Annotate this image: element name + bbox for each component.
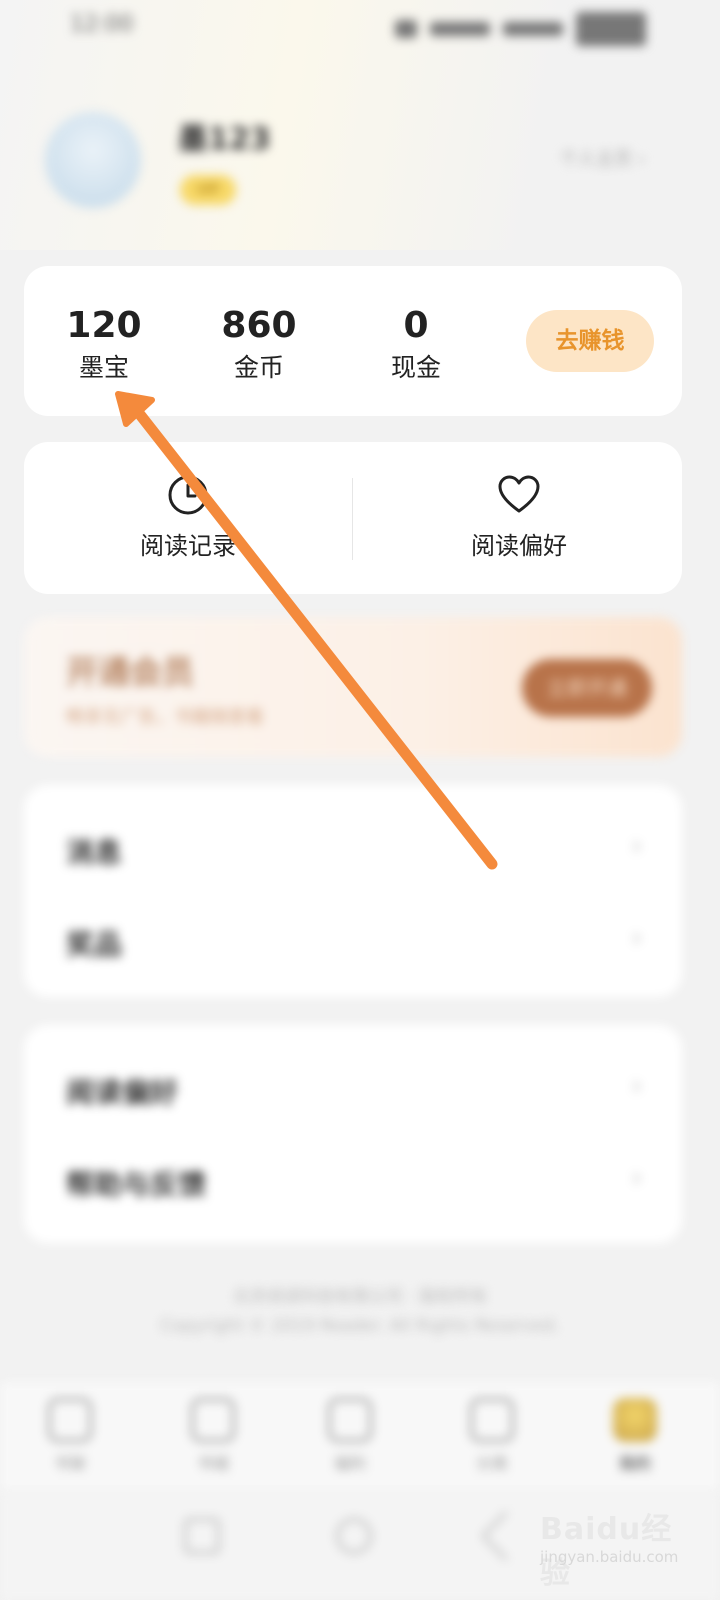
- membership-title: 开通会员: [66, 653, 195, 691]
- home-icon: [191, 1398, 235, 1442]
- assets-card: 120 墨宝 860 金币 0 现金 去赚钱: [24, 266, 682, 416]
- stat-coins[interactable]: 860 金币: [199, 304, 319, 386]
- coins-label: 金币: [233, 353, 284, 382]
- status-icons: [395, 12, 665, 46]
- profile-name[interactable]: 墨123: [178, 114, 271, 158]
- grid-icon: [470, 1398, 514, 1442]
- menu-item-label: 消息: [66, 836, 123, 869]
- shortcut-divider: [352, 478, 353, 560]
- menu-item-prizes[interactable]: 奖品 ›: [24, 901, 682, 981]
- avatar[interactable]: [45, 112, 141, 208]
- tab-label: 我的: [618, 1454, 651, 1473]
- baidu-jingyan-watermark: Baidu经验 jingyan.baidu.com: [540, 1496, 680, 1591]
- menu-group-2: 阅读偏好 › 帮助与反馈 ›: [24, 1025, 682, 1243]
- reading-preference-label: 阅读偏好: [471, 532, 567, 560]
- chevron-right-icon: ›: [631, 923, 642, 953]
- bottom-tab-bar: 书架 书城 福利 分类 我的: [0, 1382, 720, 1492]
- stat-cash[interactable]: 0 现金: [356, 304, 476, 386]
- back-icon[interactable]: [480, 1510, 532, 1562]
- profile-icon: [613, 1398, 657, 1442]
- cash-label: 现金: [390, 353, 441, 382]
- tab-bookstore[interactable]: 书城: [168, 1398, 258, 1474]
- network-icon: [430, 22, 491, 36]
- chevron-right-icon: ›: [631, 831, 642, 861]
- vip-badge[interactable]: VIP: [180, 175, 236, 205]
- heart-icon: [498, 475, 540, 513]
- menu-group-1: 消息 › 奖品 ›: [24, 785, 682, 997]
- menu-item-help[interactable]: 帮助与反馈 ›: [24, 1141, 682, 1221]
- tab-label: 书城: [196, 1454, 229, 1473]
- membership-subtitle: 畅享无广告，书籍随意看: [66, 707, 264, 728]
- tab-category[interactable]: 分类: [447, 1398, 537, 1474]
- recent-apps-icon[interactable]: [184, 1518, 220, 1554]
- membership-banner[interactable]: 开通会员 畅享无广告，书籍随意看 立即开通: [24, 617, 682, 757]
- status-bar: 12:00: [0, 0, 720, 50]
- status-time: 12:00: [70, 12, 134, 37]
- earn-money-button[interactable]: 去赚钱: [526, 310, 654, 372]
- mobao-label: 墨宝: [78, 353, 129, 382]
- menu-item-label: 帮助与反馈: [66, 1168, 207, 1201]
- menu-item-preferences[interactable]: 阅读偏好 ›: [24, 1049, 682, 1129]
- tab-welfare[interactable]: 福利: [305, 1398, 395, 1474]
- chevron-right-icon: ›: [631, 1071, 642, 1101]
- menu-item-label: 阅读偏好: [66, 1076, 179, 1109]
- reading-preference-shortcut[interactable]: 阅读偏好: [419, 474, 619, 561]
- stat-mobao[interactable]: 120 墨宝: [44, 304, 164, 386]
- tab-label: 分类: [475, 1454, 508, 1473]
- reading-history-label: 阅读记录: [140, 532, 236, 560]
- bookshelf-icon: [48, 1398, 92, 1442]
- coins-value: 860: [221, 305, 297, 346]
- shortcuts-card: 阅读记录 阅读偏好: [24, 442, 682, 594]
- home-button-icon[interactable]: [336, 1518, 372, 1554]
- tab-label: 福利: [333, 1454, 366, 1473]
- menu-item-label: 奖品: [66, 928, 123, 961]
- mobao-value: 120: [66, 305, 142, 346]
- footer-copyright: Copyright © 2019 Reader. All Rights Rese…: [160, 1316, 560, 1336]
- signal-icon: [395, 20, 417, 38]
- personal-page-link[interactable]: 个人主页 ›: [560, 145, 645, 171]
- wifi-icon: [503, 22, 564, 36]
- menu-item-messages[interactable]: 消息 ›: [24, 809, 682, 889]
- tab-label: 书架: [53, 1454, 86, 1473]
- gift-icon: [328, 1398, 372, 1442]
- cash-value: 0: [403, 305, 429, 346]
- battery-icon: [576, 12, 647, 46]
- watermark-site: jingyan.baidu.com: [540, 1548, 679, 1566]
- tab-bookshelf[interactable]: 书架: [25, 1398, 115, 1474]
- reading-history-shortcut[interactable]: 阅读记录: [88, 474, 288, 561]
- chevron-right-icon: ›: [631, 1163, 642, 1193]
- footer-company: 北京阅读科技有限公司 · 版权所有: [232, 1287, 488, 1307]
- tab-mine[interactable]: 我的: [590, 1398, 680, 1474]
- clock-icon: [168, 475, 208, 515]
- membership-open-button[interactable]: 立即开通: [522, 659, 652, 717]
